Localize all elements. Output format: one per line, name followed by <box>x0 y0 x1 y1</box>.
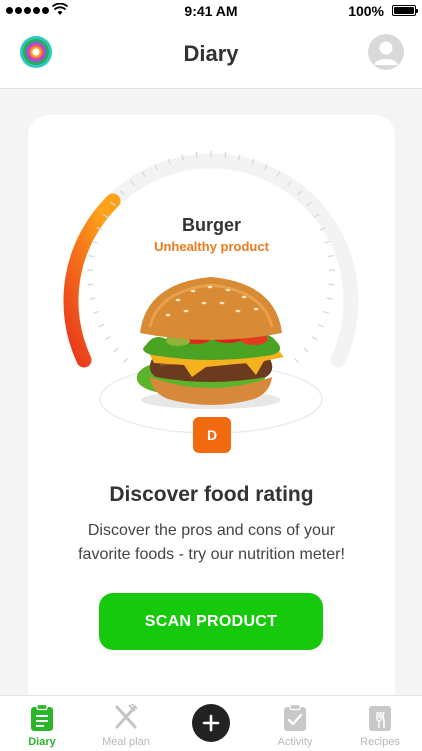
meter-tick <box>304 348 309 352</box>
add-button[interactable] <box>192 704 230 742</box>
tab-activity[interactable]: Activity <box>253 696 337 751</box>
avatar[interactable] <box>368 34 404 70</box>
tab-label: Activity <box>253 736 337 748</box>
meter-tick <box>323 311 329 313</box>
tab-recipes[interactable]: Recipes <box>338 696 422 751</box>
scan-product-button[interactable]: SCAN PRODUCT <box>99 593 323 650</box>
food-rating-card: Burger Unhealthy product D Discover food… <box>28 115 395 715</box>
card-description: Discover the pros and cons of your favor… <box>38 519 385 567</box>
meter-tick <box>114 348 119 352</box>
status-bar: 9:41 AM 100% <box>0 0 422 22</box>
user-icon <box>368 34 404 70</box>
food-status-label: Unhealthy product <box>28 239 395 254</box>
plus-icon <box>202 714 220 732</box>
battery-percentage: 100% <box>348 3 384 19</box>
app-header: Diary <box>0 22 422 89</box>
meter-tick <box>196 152 197 158</box>
tab-label: Meal plan <box>84 736 168 748</box>
meter-tick <box>123 358 127 362</box>
card-description-line: Discover the pros and cons of your <box>38 519 385 543</box>
meter-tick <box>318 324 323 327</box>
meter-tick <box>327 298 333 299</box>
tab-diary[interactable]: Diary <box>0 696 84 751</box>
battery-icon <box>392 5 416 16</box>
tab-label: Recipes <box>338 736 422 748</box>
book-icon <box>368 704 392 732</box>
clipboard-icon <box>30 704 54 732</box>
meter-tick <box>89 256 95 257</box>
check-calendar-icon <box>283 704 307 732</box>
meter-tick <box>312 337 317 340</box>
meter-tick <box>93 311 99 313</box>
meter-tick <box>98 324 103 327</box>
card-description-line: favorite foods - try our nutrition meter… <box>38 543 385 567</box>
meter-tick <box>89 298 95 299</box>
meter-tick <box>328 256 334 257</box>
fork-knife-icon <box>114 704 138 732</box>
card-heading: Discover food rating <box>28 483 395 507</box>
meter-tick <box>294 358 298 362</box>
tab-label: Diary <box>0 736 84 748</box>
meter-tick <box>105 337 110 340</box>
grade-badge: D <box>193 417 231 453</box>
burger-image <box>137 277 284 409</box>
page-title: Diary <box>0 41 422 67</box>
meter-tick <box>225 152 226 158</box>
food-name: Burger <box>28 215 395 236</box>
tab-meal-plan[interactable]: Meal plan <box>84 696 168 751</box>
